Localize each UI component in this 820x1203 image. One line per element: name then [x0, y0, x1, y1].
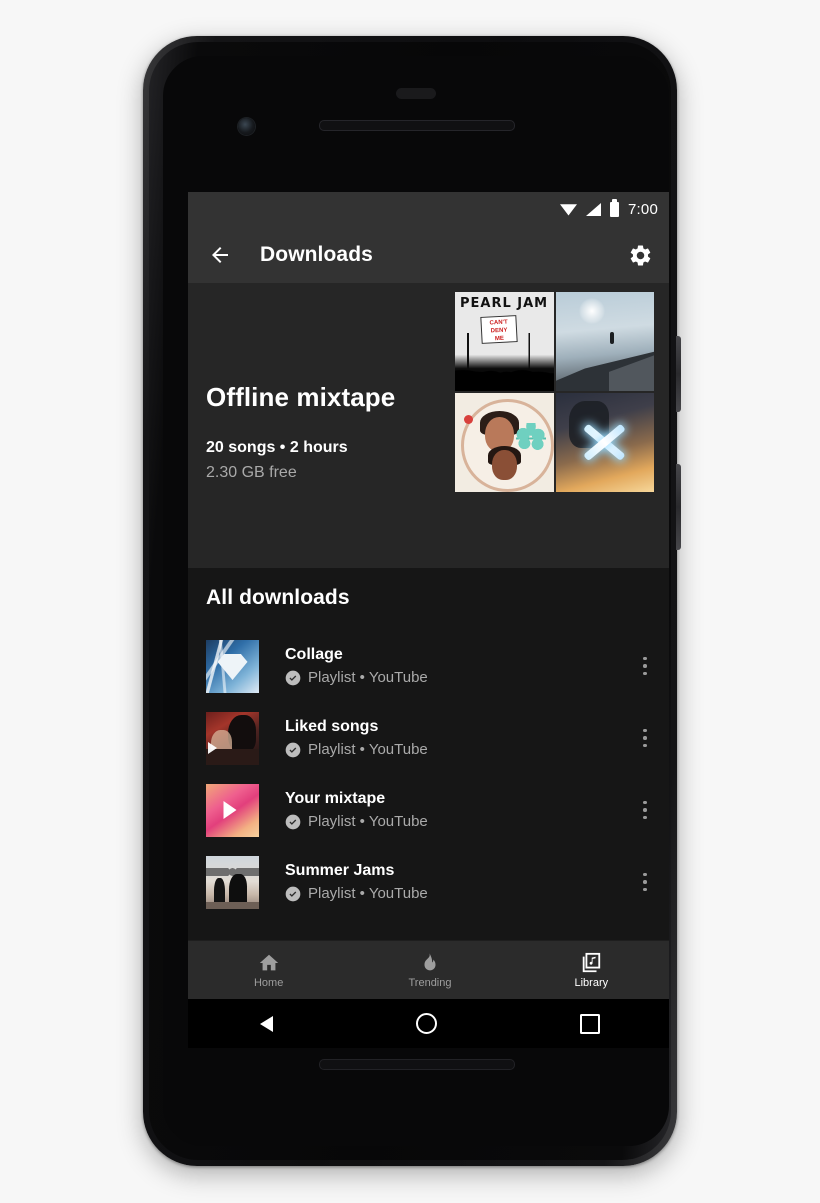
volume-rocker-button[interactable]: [676, 464, 681, 550]
list-item-meta: Playlist • YouTube: [285, 885, 632, 902]
back-triangle-icon[interactable]: [259, 1015, 273, 1032]
front-camera: [238, 118, 255, 135]
walker-logo: [576, 420, 633, 466]
battery-icon: [610, 199, 619, 217]
list-item-title: Collage: [285, 646, 343, 663]
list-item-meta-text: Playlist • YouTube: [308, 741, 428, 758]
nav-tab-trending[interactable]: Trending: [349, 952, 510, 989]
signal-icon: [586, 203, 601, 216]
person-silhouette: [609, 331, 614, 344]
collage-diamond-thumb: [206, 639, 259, 693]
library-icon: [583, 952, 601, 972]
your-mixtape-thumb: [206, 783, 259, 837]
flame-icon: [424, 952, 436, 970]
phone-glass: 7:00 Downloads Offline mixtape 20 songs …: [163, 56, 669, 1146]
more-vertical-icon[interactable]: [632, 865, 658, 899]
list-item-meta: Playlist • YouTube: [285, 669, 632, 686]
ground-band: [206, 902, 259, 909]
list-item-meta-text: Playlist • YouTube: [308, 885, 428, 902]
home-circle-icon[interactable]: [415, 1013, 437, 1034]
list-item[interactable]: Summer Jams Playlist • YouTube: [188, 846, 669, 918]
all-downloads-section: All downloads Collage Playlist • YouTube: [188, 568, 669, 918]
nav-tab-home-label: Home: [253, 976, 284, 989]
play-triangle: [208, 741, 218, 754]
phone-bezel: 7:00 Downloads Offline mixtape 20 songs …: [149, 42, 671, 1160]
portrait-illustration-cover: [455, 393, 554, 492]
pearl-jam-album-title: PEARL JAM: [460, 296, 549, 311]
face-lower: [492, 450, 518, 481]
list-item-title: Your mixtape: [285, 790, 386, 807]
back-arrow-icon[interactable]: [206, 241, 234, 269]
summer-jams-thumb: [206, 855, 259, 909]
liked-songs-thumb: [206, 711, 259, 765]
power-button[interactable]: [676, 336, 681, 412]
bottom-speaker: [319, 1059, 515, 1070]
list-item[interactable]: Collage Playlist • YouTube: [188, 630, 669, 702]
crowd-silhouettes: [455, 335, 554, 391]
nav-tab-library[interactable]: Library: [511, 952, 669, 989]
sun-glow: [579, 297, 606, 324]
app-bar: Downloads: [188, 227, 669, 283]
pearl-jam-cant-deny-me: PEARL JAM CAN'T DENY ME: [455, 292, 554, 391]
play-triangle: [223, 801, 237, 819]
list-item-meta: Playlist • YouTube: [285, 741, 632, 758]
nav-tab-trending-label: Trending: [408, 976, 452, 989]
recents-square-icon[interactable]: [580, 1013, 601, 1034]
figure-back: [228, 714, 256, 753]
sign-line-1: CAN'T: [489, 319, 508, 327]
list-item-text: Summer Jams Playlist • YouTube: [285, 862, 632, 902]
more-vertical-icon[interactable]: [632, 649, 658, 683]
list-item-title: Summer Jams: [285, 862, 395, 879]
flower-dot: [463, 414, 473, 424]
album-art-grid: PEARL JAM CAN'T DENY ME: [455, 292, 654, 492]
nav-tab-home[interactable]: Home: [188, 952, 349, 989]
phone-device-frame: 7:00 Downloads Offline mixtape 20 songs …: [143, 36, 681, 1166]
phone-screen: 7:00 Downloads Offline mixtape 20 songs …: [188, 192, 669, 1048]
earpiece-speaker: [319, 120, 515, 131]
gear-icon[interactable]: [626, 241, 654, 269]
list-item-meta-text: Playlist • YouTube: [308, 669, 428, 686]
downloaded-check-icon: [285, 742, 301, 757]
list-item-meta: Playlist • YouTube: [285, 813, 632, 830]
android-navigation-bar: [188, 999, 669, 1048]
status-bar: 7:00: [188, 192, 669, 227]
bottom-navigation-bar: Home Trending Library: [188, 940, 669, 999]
list-item-text: Collage Playlist • YouTube: [285, 646, 632, 686]
section-title: All downloads: [206, 586, 350, 609]
more-vertical-icon[interactable]: [632, 793, 658, 827]
offline-mixtape-hero[interactable]: Offline mixtape 20 songs • 2 hours 2.30 …: [188, 283, 669, 568]
wifi-icon: [560, 204, 577, 216]
rooftop-sky-cover: [555, 292, 654, 391]
list-item[interactable]: Your mixtape Playlist • YouTube: [188, 774, 669, 846]
list-item-title: Liked songs: [285, 718, 379, 735]
list-item-text: Liked songs Playlist • YouTube: [285, 718, 632, 758]
list-item-meta-text: Playlist • YouTube: [308, 813, 428, 830]
downloaded-check-icon: [285, 670, 301, 685]
home-icon: [259, 954, 278, 970]
downloaded-check-icon: [285, 814, 301, 829]
proximity-sensor: [396, 88, 436, 99]
hero-title: Offline mixtape: [206, 382, 396, 412]
list-item-text: Your mixtape Playlist • YouTube: [285, 790, 632, 830]
page-title: Downloads: [260, 243, 373, 266]
leaf-branch: [516, 422, 546, 457]
hero-text-block: Offline mixtape 20 songs • 2 hours 2.30 …: [206, 382, 395, 482]
nav-tab-library-label: Library: [574, 976, 609, 989]
hero-storage: 2.30 GB free: [206, 464, 297, 481]
hero-stats: 20 songs • 2 hours: [206, 439, 348, 456]
alan-walker-logo-cover: [555, 393, 654, 492]
more-vertical-icon[interactable]: [632, 721, 658, 755]
list-item[interactable]: Liked songs Playlist • YouTube: [188, 702, 669, 774]
downloaded-check-icon: [285, 886, 301, 901]
status-bar-clock: 7:00: [628, 201, 658, 218]
